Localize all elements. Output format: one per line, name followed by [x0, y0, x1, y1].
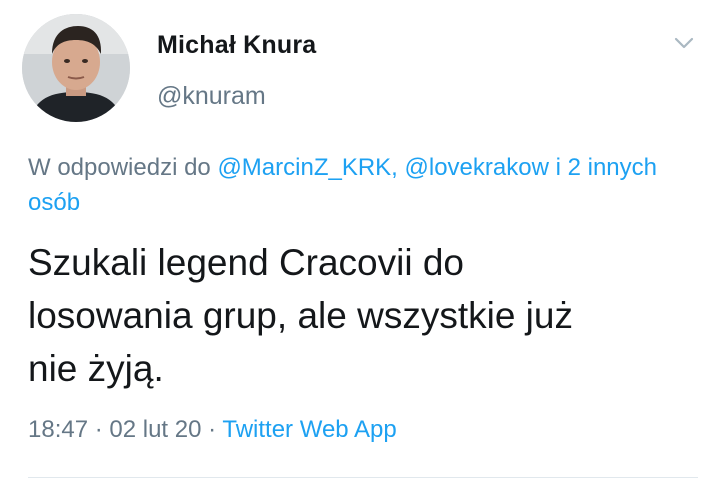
tweet-date[interactable]: 02 lut 20: [109, 416, 201, 443]
mention-link[interactable]: @lovekrakow: [405, 154, 549, 181]
tweet-card: Michał Knura @knuram W odpowiedzi do @Ma…: [0, 0, 712, 483]
chevron-down-icon[interactable]: [672, 34, 696, 52]
display-name[interactable]: Michał Knura: [157, 31, 316, 60]
mention-separator: ,: [391, 154, 405, 181]
reply-prefix: W odpowiedzi do: [28, 154, 218, 181]
mention-connector: i: [548, 154, 568, 181]
tweet-meta: 18:47 · 02 lut 20 · Twitter Web App: [28, 416, 397, 444]
mention-link[interactable]: @MarcinZ_KRK: [217, 154, 391, 181]
meta-separator: ·: [88, 416, 110, 443]
profile-photo: [22, 14, 130, 122]
avatar[interactable]: [22, 14, 130, 122]
source-link[interactable]: Twitter Web App: [222, 416, 396, 443]
meta-separator: ·: [201, 416, 223, 443]
tweet-time[interactable]: 18:47: [28, 416, 88, 443]
tweet-text: Szukali legend Cracovii do losowania gru…: [28, 242, 573, 389]
user-handle[interactable]: @knuram: [157, 82, 266, 111]
reply-context: W odpowiedzi do @MarcinZ_KRK, @lovekrako…: [28, 150, 698, 220]
divider: [28, 477, 698, 478]
